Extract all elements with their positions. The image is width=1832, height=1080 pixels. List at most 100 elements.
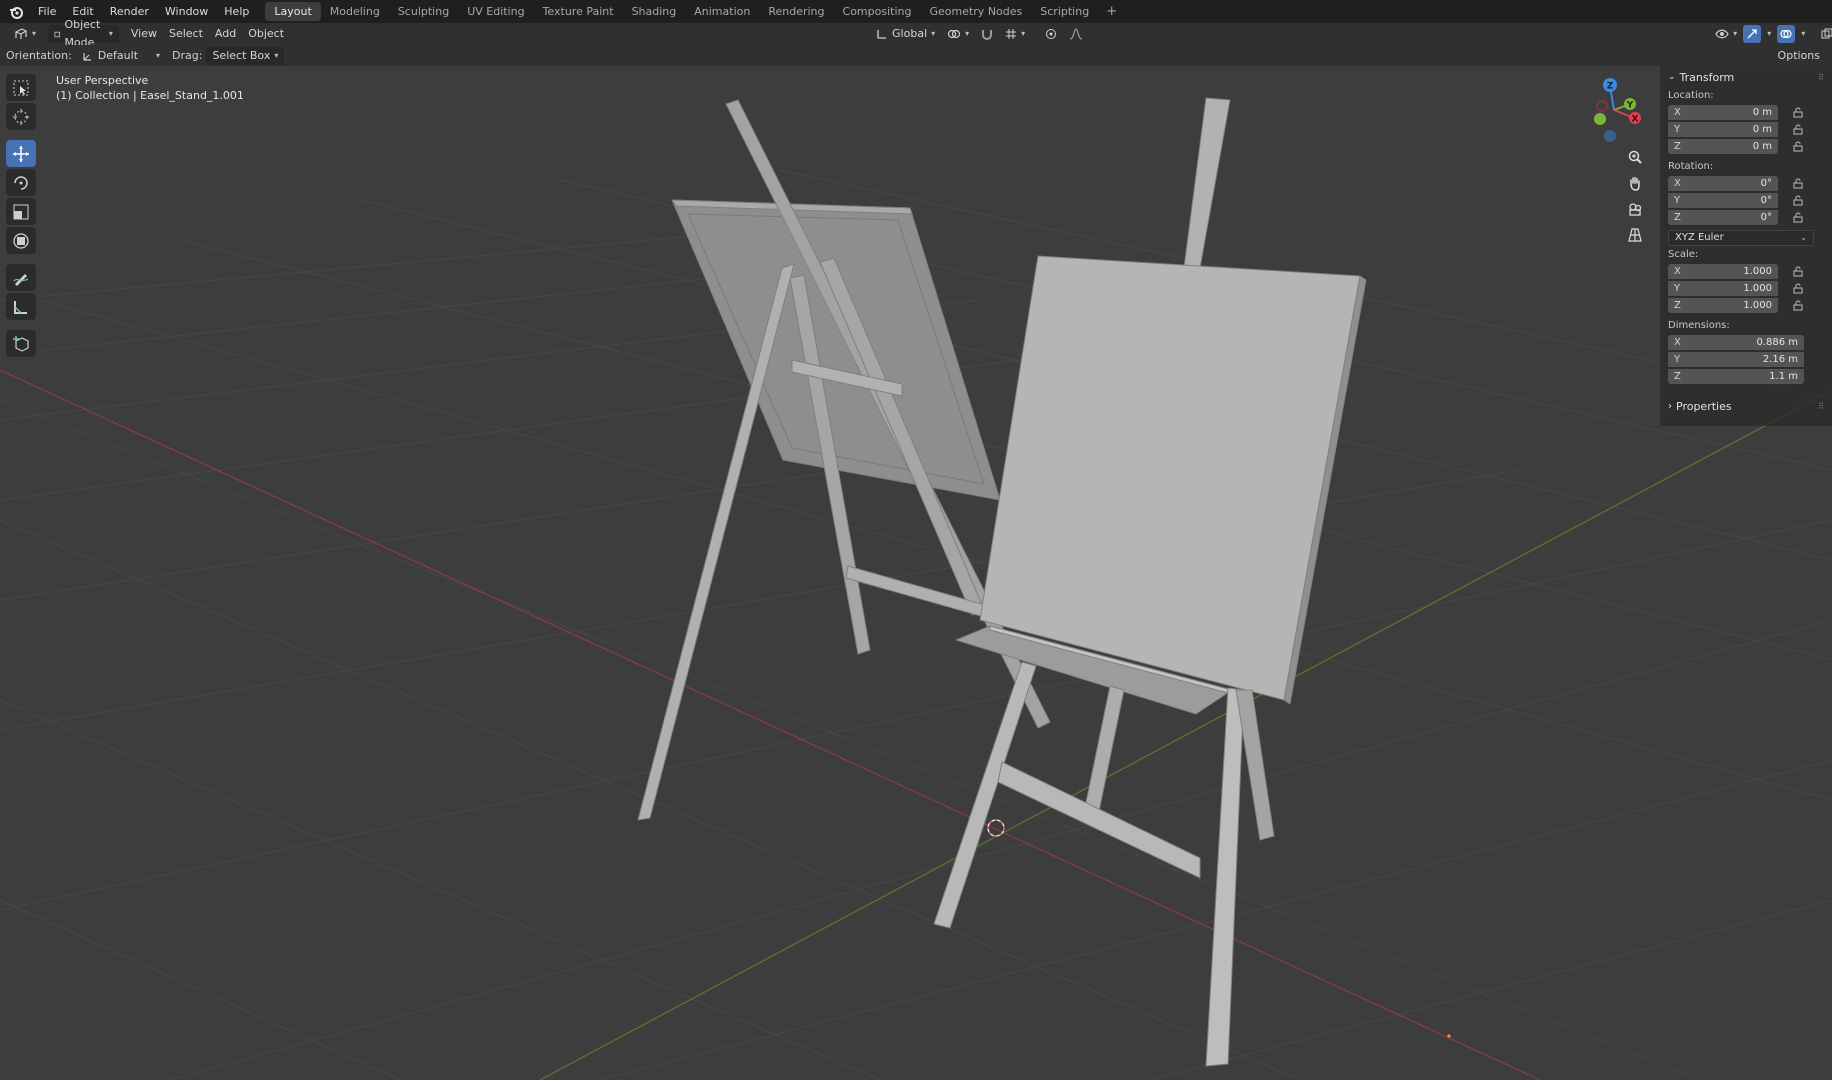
- tab-texture-paint[interactable]: Texture Paint: [534, 2, 623, 21]
- move-tool[interactable]: [6, 140, 36, 167]
- dimensions-label: Dimensions:: [1668, 320, 1730, 331]
- menu-select[interactable]: Select: [163, 25, 209, 43]
- dimensions-y-field[interactable]: Y 2.16 m: [1668, 352, 1804, 367]
- menu-window[interactable]: Window: [157, 0, 216, 23]
- orientation-setting-dropdown[interactable]: Default ▾: [76, 47, 166, 65]
- perspective-toggle-button[interactable]: [1622, 222, 1648, 248]
- location-z-field[interactable]: Z0 m: [1668, 139, 1778, 154]
- orientation-axes-icon: [877, 30, 887, 39]
- sidebar-transform-panel: ⌄ Transform ⠿ Location: X0 m Y0 m Z0 m R…: [1660, 66, 1832, 426]
- menu-render[interactable]: Render: [102, 0, 157, 23]
- lock-icon[interactable]: [1792, 124, 1804, 136]
- falloff-dropdown[interactable]: [1063, 25, 1089, 43]
- chevron-down-icon: ⌄: [1668, 72, 1676, 82]
- xray-icon: [1821, 28, 1832, 39]
- transform-orientation-dropdown[interactable]: Global ▾: [870, 25, 941, 43]
- rotation-mode-dropdown[interactable]: XYZ Euler ⌄: [1668, 229, 1814, 246]
- blender-logo-icon[interactable]: [8, 4, 24, 20]
- xray-toggle[interactable]: [1815, 25, 1832, 43]
- orientation-setting-value: Default: [97, 48, 139, 62]
- overlays-toggle[interactable]: [1777, 25, 1796, 43]
- tool-settings-bar: Orientation: Default ▾ Drag: Select Box …: [0, 45, 1832, 67]
- menu-view[interactable]: View: [125, 25, 163, 43]
- tab-shading[interactable]: Shading: [623, 2, 686, 21]
- rotate-icon: [14, 175, 28, 190]
- menu-object[interactable]: Object: [242, 25, 290, 43]
- menu-add[interactable]: Add: [209, 25, 242, 43]
- scale-x-field[interactable]: X 1.000: [1668, 264, 1778, 279]
- scale-z-field[interactable]: Z 1.000: [1668, 298, 1778, 313]
- location-x-field[interactable]: X0 m: [1668, 105, 1778, 120]
- 3d-viewport[interactable]: User Perspective (1) Collection | Easel_…: [0, 66, 1832, 1080]
- annotate-pen-icon: [13, 273, 29, 286]
- options-button[interactable]: Options: [1772, 47, 1826, 65]
- visibility-dropdown[interactable]: ▾: [1709, 25, 1743, 43]
- rotation-z-field[interactable]: Z 0°: [1668, 210, 1778, 225]
- proportional-edit-icon: [1046, 29, 1057, 39]
- transform-panel-header[interactable]: ⌄ Transform ⠿: [1660, 66, 1832, 88]
- tab-compositing[interactable]: Compositing: [834, 2, 921, 21]
- lock-icon[interactable]: [1792, 195, 1804, 207]
- select-box-tool[interactable]: [6, 74, 36, 101]
- viewport-scene[interactable]: [0, 66, 1832, 1080]
- gizmo-neg-z-icon[interactable]: [1604, 130, 1616, 142]
- editor-type-icon: [15, 28, 27, 39]
- pan-button[interactable]: [1622, 170, 1648, 196]
- cursor-tool[interactable]: [6, 103, 36, 130]
- lock-icon[interactable]: [1792, 266, 1804, 278]
- menu-file[interactable]: File: [30, 0, 64, 23]
- orientation-setting-label: Orientation:: [6, 49, 72, 62]
- annotate-tool[interactable]: [6, 264, 36, 291]
- tab-layout[interactable]: Layout: [265, 2, 321, 21]
- tab-modeling[interactable]: Modeling: [321, 2, 389, 21]
- snap-target-dropdown[interactable]: ▾: [999, 25, 1031, 43]
- location-y-field[interactable]: Y0 m: [1668, 122, 1778, 137]
- gizmo-neg-x-icon[interactable]: [1596, 100, 1608, 112]
- tab-rendering[interactable]: Rendering: [759, 2, 833, 21]
- add-workspace-button[interactable]: +: [1098, 4, 1125, 19]
- tab-animation[interactable]: Animation: [685, 2, 759, 21]
- tool-shelf: [6, 72, 40, 359]
- dimensions-x-field[interactable]: X 0.886 m: [1668, 335, 1804, 350]
- scale-tool[interactable]: [6, 198, 36, 225]
- drag-handle-icon[interactable]: ⠿: [1818, 73, 1824, 82]
- snap-toggle[interactable]: [975, 25, 999, 43]
- location-label: Location:: [1668, 90, 1714, 101]
- dimensions-z-field[interactable]: Z 1.1 m: [1668, 369, 1804, 384]
- menu-help[interactable]: Help: [216, 0, 257, 23]
- lock-icon[interactable]: [1792, 107, 1804, 119]
- tab-geometry-nodes[interactable]: Geometry Nodes: [920, 2, 1031, 21]
- proportional-edit-toggle[interactable]: [1039, 25, 1063, 43]
- lock-icon[interactable]: [1792, 212, 1804, 224]
- lock-icon[interactable]: [1792, 178, 1804, 190]
- lock-icon[interactable]: [1792, 283, 1804, 295]
- rotation-y-field[interactable]: Y 0°: [1668, 193, 1778, 208]
- mode-dropdown[interactable]: Object Mode ▾: [48, 18, 119, 49]
- add-cube-tool[interactable]: [6, 330, 36, 357]
- scale-y-field[interactable]: Y 1.000: [1668, 281, 1778, 296]
- properties-panel-header[interactable]: › Properties ⠿: [1660, 395, 1832, 417]
- navigation-gizmo[interactable]: Z Y X: [1580, 70, 1650, 150]
- overlays-dropdown[interactable]: ▾: [1795, 25, 1811, 43]
- transform-tool[interactable]: [6, 227, 36, 254]
- gizmo-neg-y-icon[interactable]: [1594, 113, 1606, 125]
- gizmo-dropdown[interactable]: ▾: [1761, 25, 1777, 43]
- svg-text:X: X: [1632, 115, 1639, 125]
- lock-icon[interactable]: [1792, 300, 1804, 312]
- zoom-button[interactable]: [1622, 144, 1648, 170]
- pivot-point-dropdown[interactable]: ▾: [941, 25, 975, 43]
- tab-scripting[interactable]: Scripting: [1031, 2, 1098, 21]
- lock-icon[interactable]: [1792, 141, 1804, 153]
- pivot-icon: [948, 29, 961, 39]
- rotate-tool[interactable]: [6, 169, 36, 196]
- tab-uv-editing[interactable]: UV Editing: [458, 2, 533, 21]
- drag-dropdown[interactable]: Select Box ▾: [206, 46, 285, 65]
- measure-tool[interactable]: [6, 293, 36, 320]
- editor-type-button[interactable]: ▾: [8, 25, 42, 43]
- gizmo-toggle[interactable]: [1743, 25, 1762, 43]
- drag-handle-icon[interactable]: ⠿: [1818, 402, 1824, 411]
- camera-view-button[interactable]: [1622, 196, 1648, 222]
- rotation-x-field[interactable]: X 0°: [1668, 176, 1778, 191]
- tab-sculpting[interactable]: Sculpting: [389, 2, 458, 21]
- drag-value: Select Box: [212, 48, 271, 62]
